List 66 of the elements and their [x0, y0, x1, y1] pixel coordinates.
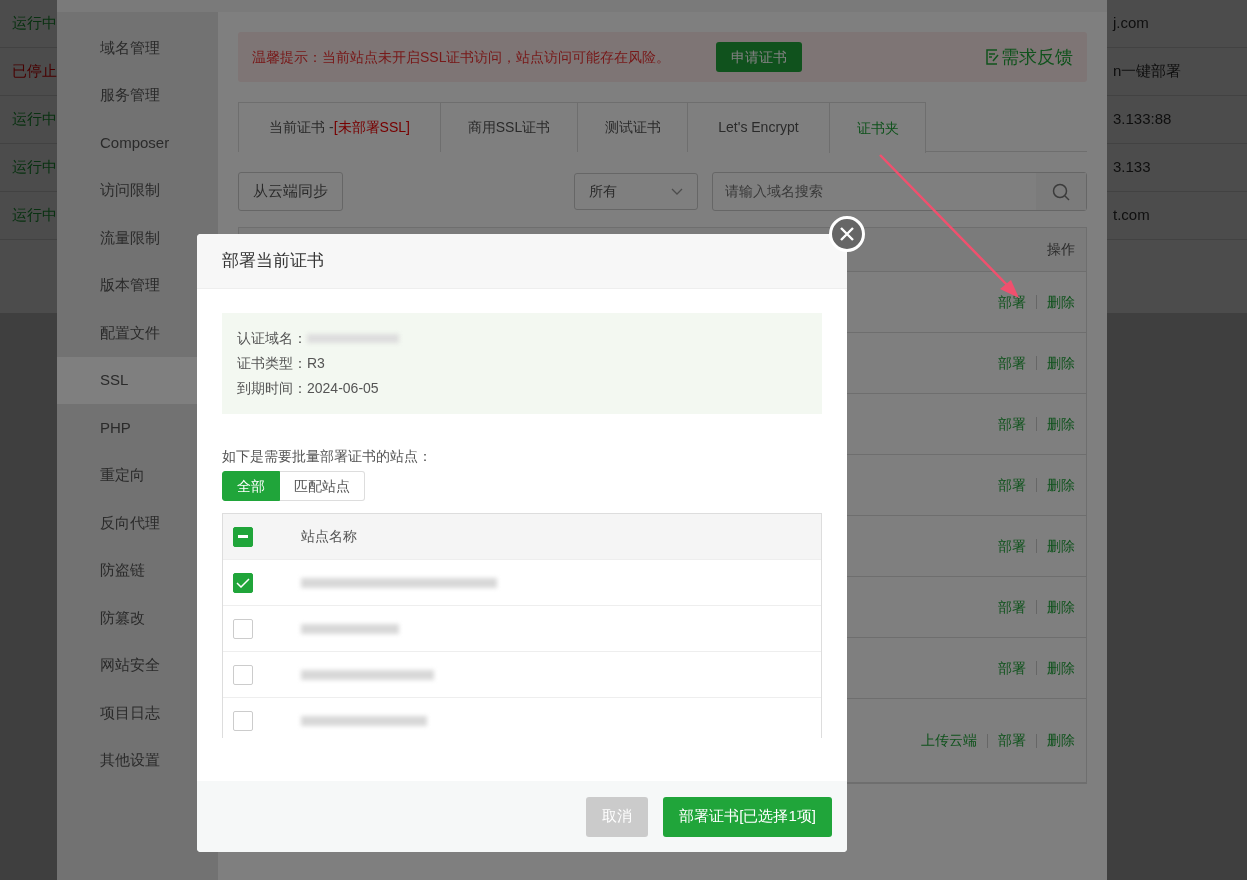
action-link[interactable]: 删除 — [1047, 352, 1075, 374]
status-text: 运行中 — [11, 13, 57, 34]
feedback-link[interactable]: 需求反馈 — [985, 43, 1073, 71]
filter-dropdown[interactable]: 所有 — [574, 173, 698, 210]
status-text: 已停止 — [11, 61, 57, 82]
action-link[interactable]: 部署 — [998, 352, 1026, 374]
filter-toggle[interactable]: 全部 — [222, 471, 280, 501]
dialog-title: 部署当前证书 — [197, 234, 847, 289]
info-label: 证书类型： — [237, 354, 307, 373]
table-cell: t.com — [1113, 206, 1150, 224]
sidebar-item[interactable]: 服务管理 — [57, 71, 218, 119]
search-field[interactable]: 请输入域名搜索 — [713, 173, 1036, 210]
info-value: 2024-06-05 — [307, 379, 379, 398]
filter-toggle[interactable]: 匹配站点 — [280, 471, 365, 501]
apply-certificate-button[interactable]: 申请证书 — [716, 42, 803, 72]
sync-button[interactable]: 从云端同步 — [238, 172, 343, 211]
search-icon — [1052, 182, 1070, 201]
info-label: 认证域名： — [237, 329, 307, 348]
action-link[interactable]: 部署 — [998, 596, 1026, 618]
sidebar-item[interactable]: 域名管理 — [57, 24, 218, 72]
tab[interactable]: Let's Encrypt — [687, 102, 829, 152]
checkbox[interactable] — [233, 572, 253, 593]
section-label: 如下是需要批量部署证书的站点： — [222, 447, 433, 466]
deploy-button[interactable]: 部署证书[已选择1项] — [663, 796, 832, 837]
close-icon — [840, 227, 854, 241]
minus-icon — [238, 535, 248, 538]
table-cell: 3.133:88 — [1113, 110, 1172, 128]
action-link[interactable]: 删除 — [1047, 657, 1075, 679]
action-link[interactable]: 删除 — [1047, 291, 1075, 313]
action-link[interactable]: 删除 — [1047, 730, 1075, 751]
tab[interactable]: 测试证书 — [577, 102, 687, 152]
tab[interactable]: 商用SSL证书 — [440, 102, 577, 152]
status-text: 运行中 — [11, 109, 57, 130]
checkbox[interactable] — [233, 618, 253, 639]
table-cell: 3.133 — [1113, 158, 1151, 176]
action-link[interactable]: 删除 — [1047, 413, 1075, 435]
status-text: 运行中 — [11, 205, 57, 226]
checkbox[interactable] — [233, 664, 253, 685]
edit-icon — [985, 49, 999, 65]
info-label: 到期时间： — [237, 379, 307, 398]
status-text: 运行中 — [11, 157, 57, 178]
tab[interactable]: 证书夹 — [829, 102, 926, 153]
action-link[interactable]: 上传云端 — [921, 730, 977, 751]
action-link[interactable]: 删除 — [1047, 596, 1075, 618]
action-link[interactable]: 部署 — [998, 474, 1026, 496]
search-button[interactable] — [1036, 173, 1086, 210]
action-link[interactable]: 部署 — [998, 535, 1026, 557]
column-header: 站点名称 — [301, 527, 357, 546]
action-link[interactable]: 部署 — [998, 730, 1026, 751]
checkbox[interactable] — [233, 526, 253, 547]
action-link[interactable]: 部署 — [998, 291, 1026, 313]
column-header: 操作 — [1047, 240, 1075, 259]
sidebar-item[interactable]: Composer — [57, 119, 218, 167]
action-link[interactable]: 删除 — [1047, 535, 1075, 557]
checkbox[interactable] — [233, 710, 253, 731]
action-link[interactable]: 删除 — [1047, 474, 1075, 496]
tab[interactable]: 当前证书 -[未部署SSL] — [238, 102, 440, 152]
sidebar-item[interactable]: 访问限制 — [57, 166, 218, 214]
search-box[interactable]: 请输入域名搜索 — [712, 172, 1087, 211]
info-value: R3 — [307, 354, 325, 373]
alert-text: 温馨提示：当前站点未开启SSL证书访问，站点访问可能存在风险。 — [252, 47, 671, 67]
table-cell: j.com — [1113, 14, 1149, 32]
check-icon — [236, 577, 250, 588]
chevron-down-icon — [671, 188, 683, 195]
action-link[interactable]: 部署 — [998, 413, 1026, 435]
action-link[interactable]: 部署 — [998, 657, 1026, 679]
